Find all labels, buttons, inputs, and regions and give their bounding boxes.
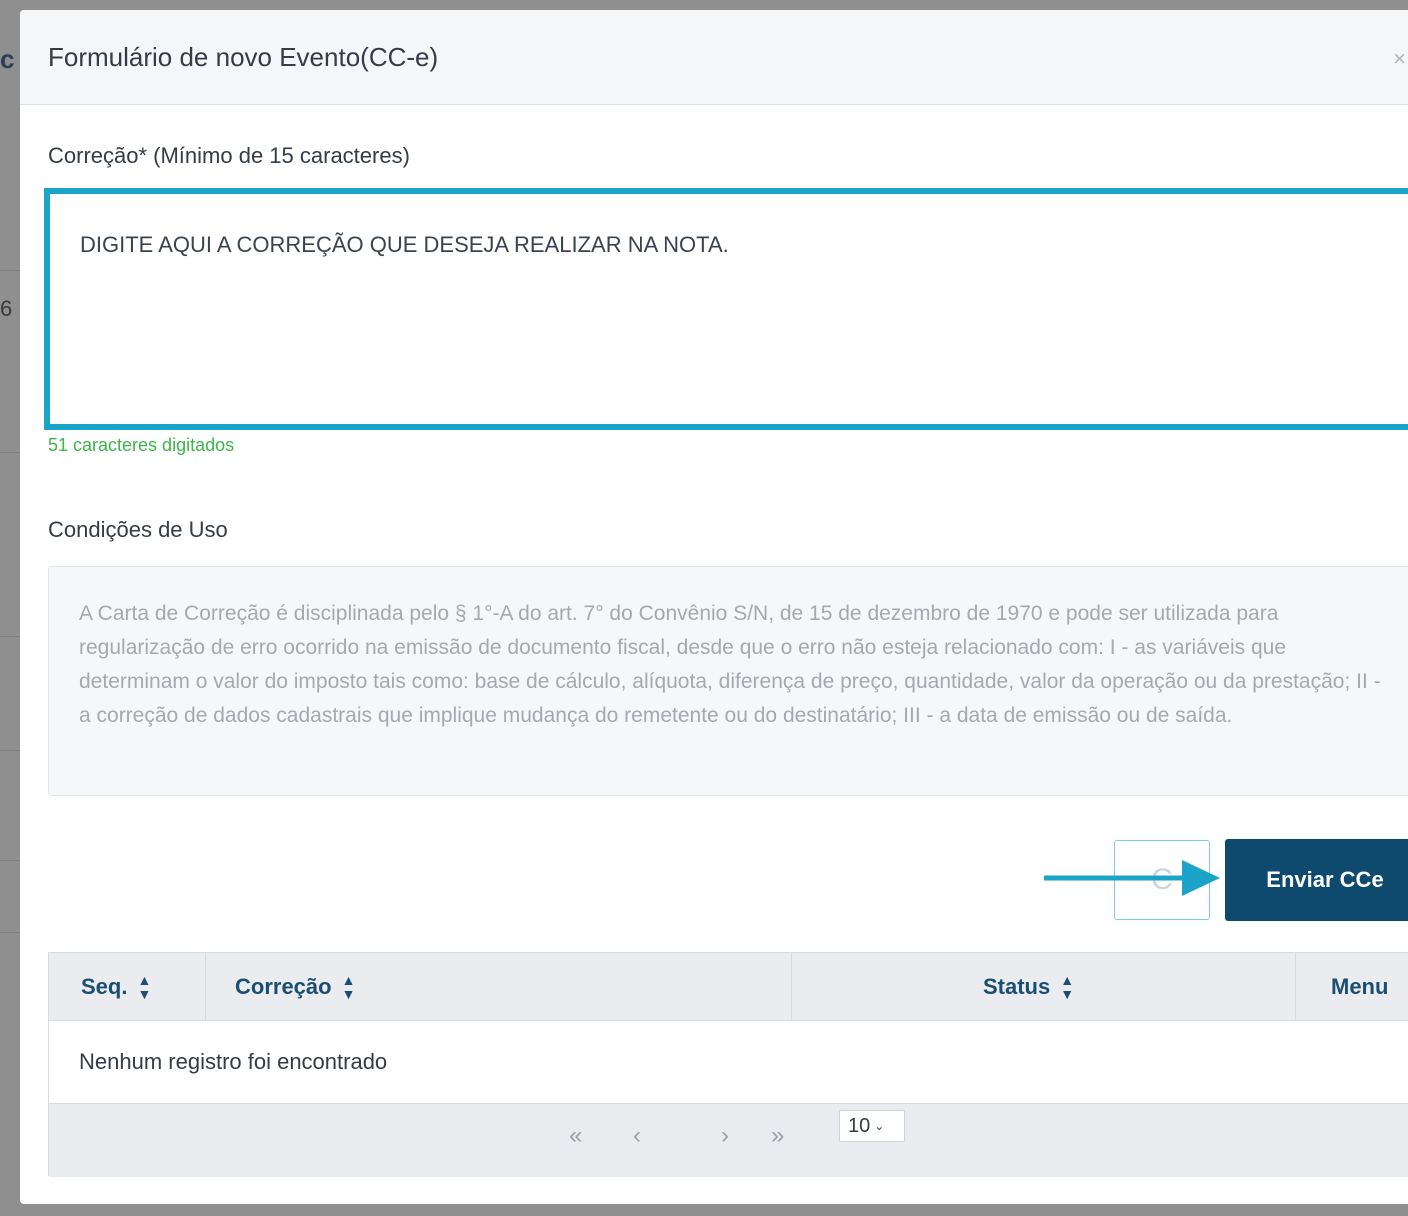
table-pager: « ‹ › » 10 ⌄ xyxy=(49,1103,1408,1177)
column-header-correction[interactable]: Correção ▲ ▼ xyxy=(235,953,355,1021)
background-divider xyxy=(0,270,20,271)
new-event-modal: Formulário de novo Evento(CC-e) × Correç… xyxy=(20,10,1408,1204)
first-page-icon[interactable]: « xyxy=(569,1122,582,1150)
next-page-icon[interactable]: › xyxy=(721,1122,729,1150)
page-size-value: 10 xyxy=(848,1114,871,1137)
column-divider xyxy=(205,953,206,1021)
modal-title: Formulário de novo Evento(CC-e) xyxy=(48,41,439,72)
character-counter: 51 caracteres digitados xyxy=(48,435,235,455)
sort-icon: ▲ ▼ xyxy=(341,972,356,1002)
column-header-label: Menu xyxy=(1331,974,1389,999)
send-cce-button[interactable]: Enviar CCe xyxy=(1225,839,1408,921)
background-divider xyxy=(0,452,20,453)
column-header-label: Seq. xyxy=(81,974,128,999)
previous-page-icon[interactable]: ‹ xyxy=(633,1122,641,1150)
column-divider xyxy=(1295,953,1296,1021)
correction-label: Correção* (Mínimo de 15 caracteres) xyxy=(48,143,410,168)
column-divider xyxy=(791,953,792,1021)
background-text: 6 xyxy=(0,296,13,321)
background-divider xyxy=(0,636,20,637)
chevron-down-icon: ⌄ xyxy=(874,1119,885,1133)
background-text: c xyxy=(0,44,15,74)
close-icon[interactable]: × xyxy=(1393,46,1406,72)
sort-icon: ▲ ▼ xyxy=(137,972,152,1002)
column-header-menu: Menu xyxy=(1331,953,1388,1021)
terms-of-use-box: A Carta de Correção é disciplinada pelo … xyxy=(48,566,1408,796)
send-cce-button-label: Enviar CCe xyxy=(1266,867,1384,892)
correction-textarea[interactable]: DIGITE AQUI A CORREÇÃO QUE DESEJA REALIZ… xyxy=(44,188,1408,430)
background-divider xyxy=(0,860,20,861)
background-divider xyxy=(0,932,20,933)
modal-header: Formulário de novo Evento(CC-e) xyxy=(20,10,1408,105)
terms-label: Condições de Uso xyxy=(48,517,228,542)
column-header-label: Correção xyxy=(235,974,332,999)
empty-table-row: Nenhum registro foi encontrado xyxy=(49,1021,1408,1103)
column-header-label: Status xyxy=(983,974,1051,999)
background-divider xyxy=(0,750,20,751)
column-header-status[interactable]: Status ▲ ▼ xyxy=(983,953,1074,1021)
sort-icon: ▲ ▼ xyxy=(1060,972,1075,1002)
page-size-select[interactable]: 10 ⌄ xyxy=(839,1110,905,1142)
empty-message: Nenhum registro foi encontrado xyxy=(79,1049,388,1074)
arrow-right-icon xyxy=(1044,860,1220,896)
table-header: Seq. ▲ ▼ Correção ▲ ▼ Status ▲ ▼ Menu xyxy=(49,953,1408,1021)
last-page-icon[interactable]: » xyxy=(771,1122,784,1150)
column-header-seq[interactable]: Seq. ▲ ▼ xyxy=(81,953,151,1021)
events-table: Seq. ▲ ▼ Correção ▲ ▼ Status ▲ ▼ Menu Nenhu… xyxy=(48,952,1408,1177)
